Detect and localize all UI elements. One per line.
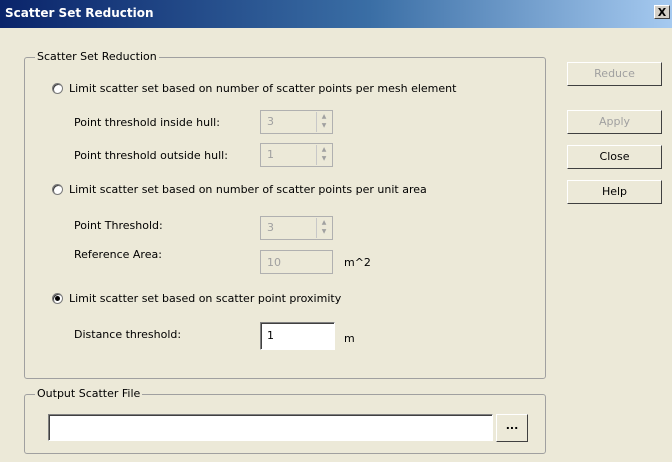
- group-label-reduction: Scatter Set Reduction: [35, 50, 159, 63]
- inside-hull-value: 3: [267, 115, 274, 128]
- inside-hull-label: Point threshold inside hull:: [74, 116, 220, 129]
- radio-option-proximity[interactable]: Limit scatter set based on scatter point…: [52, 292, 341, 305]
- radio-mesh-element[interactable]: [52, 83, 63, 94]
- outside-hull-stepper: 1 ▲ ▼: [260, 143, 333, 167]
- stepper-up-icon: ▲: [321, 146, 327, 153]
- stepper-down-icon: ▼: [321, 155, 327, 162]
- reference-area-value: 10: [267, 256, 281, 269]
- point-threshold-label: Point Threshold:: [74, 219, 163, 232]
- stepper-arrows: ▲ ▼: [316, 112, 331, 132]
- group-label-output: Output Scatter File: [35, 387, 143, 400]
- outside-hull-value: 1: [267, 148, 274, 161]
- close-button[interactable]: Close: [567, 145, 662, 169]
- reduce-button[interactable]: Reduce: [567, 62, 662, 86]
- radio-label-unit-area: Limit scatter set based on number of sca…: [69, 183, 427, 196]
- reference-area-unit: m^2: [344, 256, 371, 269]
- radio-option-mesh-element[interactable]: Limit scatter set based on number of sca…: [52, 82, 456, 95]
- help-button[interactable]: Help: [567, 180, 662, 204]
- distance-threshold-value: 1: [267, 329, 274, 342]
- point-threshold-value: 3: [267, 221, 274, 234]
- stepper-arrows: ▲ ▼: [316, 145, 331, 165]
- reference-area-label: Reference Area:: [74, 248, 162, 261]
- inside-hull-stepper: 3 ▲ ▼: [260, 110, 333, 134]
- stepper-down-icon: ▼: [321, 228, 327, 235]
- stepper-up-icon: ▲: [321, 219, 327, 226]
- stepper-arrows: ▲ ▼: [316, 218, 331, 238]
- close-icon[interactable]: X: [654, 5, 670, 19]
- distance-threshold-input[interactable]: 1: [260, 322, 335, 350]
- radio-label-proximity: Limit scatter set based on scatter point…: [69, 292, 342, 305]
- distance-threshold-unit: m: [344, 332, 355, 345]
- window-title: Scatter Set Reduction: [5, 6, 154, 20]
- radio-proximity[interactable]: [52, 293, 63, 304]
- stepper-up-icon: ▲: [321, 113, 327, 120]
- stepper-down-icon: ▼: [321, 122, 327, 129]
- radio-unit-area[interactable]: [52, 184, 63, 195]
- apply-button[interactable]: Apply: [567, 110, 662, 134]
- outside-hull-label: Point threshold outside hull:: [74, 149, 228, 162]
- point-threshold-stepper: 3 ▲ ▼: [260, 216, 333, 240]
- output-file-input[interactable]: [48, 414, 493, 441]
- title-bar: Scatter Set Reduction X: [0, 0, 672, 28]
- radio-label-mesh-element: Limit scatter set based on number of sca…: [69, 82, 457, 95]
- browse-button[interactable]: ...: [496, 414, 528, 442]
- radio-option-unit-area[interactable]: Limit scatter set based on number of sca…: [52, 183, 427, 196]
- distance-threshold-label: Distance threshold:: [74, 328, 182, 341]
- reference-area-field: 10: [260, 250, 333, 274]
